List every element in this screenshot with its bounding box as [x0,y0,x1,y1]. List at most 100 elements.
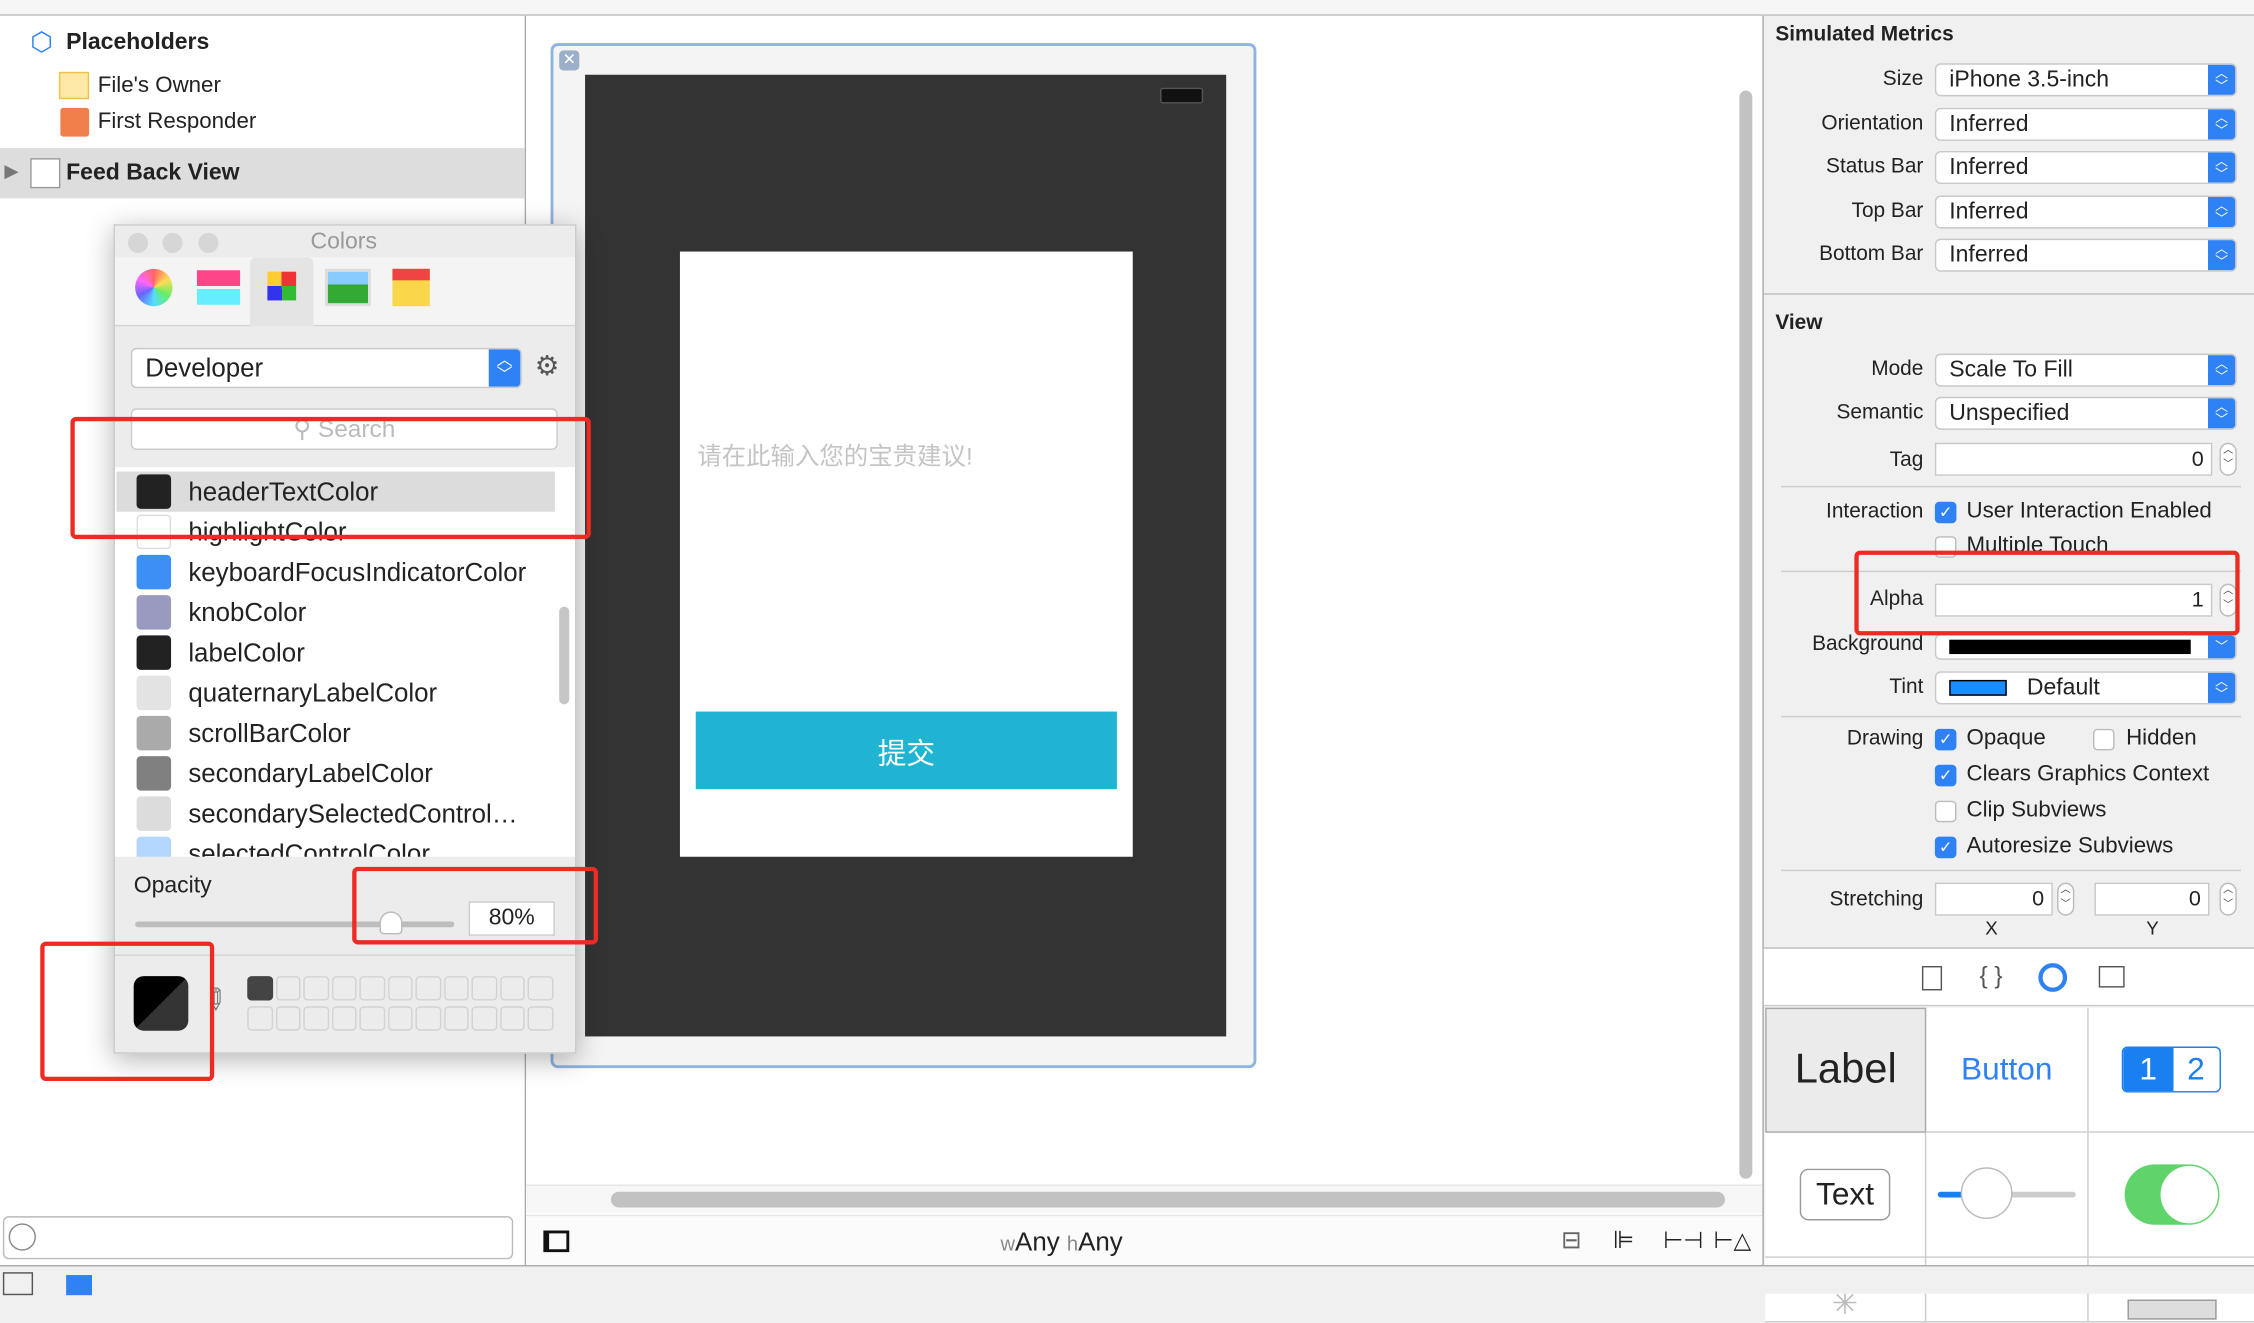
saved-swatch[interactable] [247,976,273,1001]
horizontal-scrollbar[interactable] [610,1191,1725,1208]
saved-swatch[interactable] [331,1006,357,1031]
background-popup[interactable]: ﹀ [1934,633,2237,660]
color-list-item[interactable]: labelColor [116,633,554,673]
toggle-outline-icon[interactable] [543,1230,570,1253]
size-class-control[interactable]: wAny hAny [1001,1228,1123,1258]
embed-in-stack-icon[interactable]: ⊟ [1561,1226,1581,1255]
color-list-item[interactable]: scrollBarColor [116,713,554,753]
library-item-slider[interactable] [1926,1132,2089,1258]
width-prefix: w [1000,1231,1016,1255]
size-popup[interactable]: iPhone 3.5-inch ︿ ﹀ [1934,63,2237,97]
stretch-x-stepper[interactable]: ︿ ﹀ [2057,882,2075,916]
saved-swatch[interactable] [499,1006,525,1031]
gear-icon[interactable]: ⚙ [535,351,560,384]
orientation-popup[interactable]: Inferred ︿ ﹀ [1934,107,2237,141]
library-item-segmented-control[interactable]: 12 [2088,1008,2254,1133]
vertical-scrollbar[interactable] [1739,90,1753,1179]
opaque-checkbox[interactable]: ✓ [1934,728,1957,751]
stretch-y-stepper[interactable]: ︿ ﹀ [2219,882,2237,916]
disclosure-triangle-icon[interactable]: ▶ [4,160,18,183]
color-list-item[interactable]: secondaryLabelColor [116,753,554,793]
resolve-issues-icon[interactable]: ⊢△ [1714,1226,1752,1255]
media-library-icon[interactable] [2098,966,2125,988]
top-bar-label: Top Bar [1851,199,1924,223]
align-icon[interactable]: ⊫ [1613,1226,1634,1255]
user-interaction-checkbox[interactable]: ✓ [1934,501,1957,524]
color-list-scrollbar[interactable] [559,606,570,705]
saved-swatch[interactable] [471,976,497,1001]
saved-swatch[interactable] [443,976,469,1001]
saved-swatch[interactable] [275,976,301,1001]
color-palettes-icon [267,271,297,301]
mode-popup[interactable]: Scale To Fill ︿ ﹀ [1934,353,2237,387]
bottom-bar-popup[interactable]: Inferred ︿ ﹀ [1934,238,2237,272]
hidden-checkbox[interactable] [2093,728,2115,751]
object-library-icon[interactable] [2038,963,2068,992]
color-wheel-icon[interactable] [135,268,173,307]
library-item-button[interactable]: Button [1926,1007,2089,1133]
color-list-item[interactable]: keyboardFocusIndicatorColor [116,552,554,592]
color-list-item[interactable]: knobColor [116,592,554,632]
palette-popup[interactable]: Developer ︿ ﹀ [130,347,522,389]
window-minimize-button[interactable] [162,232,183,253]
saved-swatch[interactable] [303,976,329,1001]
semantic-popup[interactable]: Unspecified ︿ ﹀ [1934,396,2237,430]
saved-swatch[interactable] [499,976,525,1001]
library-item-text-field[interactable]: Text [1765,1132,1927,1258]
view-heading: View [1775,311,1823,335]
saved-swatch[interactable] [275,1006,301,1031]
saved-swatch[interactable] [359,976,385,1001]
clears-graphics-checkbox[interactable]: ✓ [1934,764,1957,787]
tint-popup[interactable]: Default ︿ ﹀ [1934,671,2237,705]
saved-swatch[interactable] [359,1006,385,1031]
saved-swatch[interactable] [527,976,553,1001]
crayons-icon[interactable] [392,268,430,307]
saved-swatch[interactable] [527,1006,553,1031]
tag-stepper[interactable]: ︿ ﹀ [2219,442,2237,476]
autoresize-checkbox[interactable]: ✓ [1934,836,1957,859]
top-bar-popup[interactable]: Inferred ︿ ﹀ [1934,195,2237,229]
color-list-item[interactable]: selectedControlColor [116,834,554,857]
color-swatch [136,836,172,857]
close-scene-icon[interactable]: ✕ [559,50,580,71]
feedback-placeholder-text[interactable]: 请在此输入您的宝贵建议! [697,436,973,472]
library-item-switch[interactable] [2088,1133,2254,1258]
pin-icon[interactable]: ⊢⊣ [1663,1226,1703,1255]
hide-debug-area-icon[interactable] [2,1272,34,1296]
device-frame[interactable]: ✕ 请在此输入您的宝贵建议! 提交 [550,43,1257,1069]
outline-item-first-responder[interactable]: First Responder [98,109,257,135]
stretch-y-field[interactable]: 0 [2094,882,2210,916]
tag-field[interactable]: 0 [1934,442,2213,476]
window-zoom-button[interactable] [198,232,219,253]
library-item-label[interactable]: Label [1765,1007,1927,1133]
feedback-view[interactable]: 请在此输入您的宝贵建议! 提交 [679,251,1133,857]
color-palettes-tab[interactable] [250,257,314,327]
submit-button[interactable]: 提交 [695,711,1117,790]
saved-swatch[interactable] [247,1006,273,1031]
annotation-box-alpha [1854,550,2240,636]
saved-swatch[interactable] [415,1006,441,1031]
saved-swatch[interactable] [387,1006,413,1031]
stretch-x-field[interactable]: 0 [1934,882,2053,916]
saved-swatch[interactable] [387,976,413,1001]
tag-label: Tag [1889,448,1924,472]
library-tabs: { } [1763,947,2254,1007]
saved-swatch[interactable] [415,976,441,1001]
code-snippet-icon[interactable]: { } [1979,962,2002,991]
saved-swatch[interactable] [443,1006,469,1031]
image-palettes-icon[interactable] [324,268,371,307]
saved-swatch[interactable] [303,1006,329,1031]
outline-item-files-owner[interactable]: File's Owner [98,73,221,99]
file-template-icon[interactable] [1921,966,1943,991]
file-icon[interactable] [66,1275,92,1296]
window-close-button[interactable] [127,232,149,253]
color-sliders-icon[interactable] [196,270,241,305]
color-list-item[interactable]: secondarySelectedControl… [116,794,554,834]
saved-swatch[interactable] [331,976,357,1001]
outline-item-feed-back-view[interactable]: ▶ Feed Back View [0,148,525,199]
outline-filter-field[interactable] [2,1216,514,1260]
clip-subviews-checkbox[interactable] [1934,800,1957,823]
saved-swatch[interactable] [471,1006,497,1031]
color-list-item[interactable]: quaternaryLabelColor [116,673,554,713]
status-bar-popup[interactable]: Inferred ︿ ﹀ [1934,150,2237,184]
